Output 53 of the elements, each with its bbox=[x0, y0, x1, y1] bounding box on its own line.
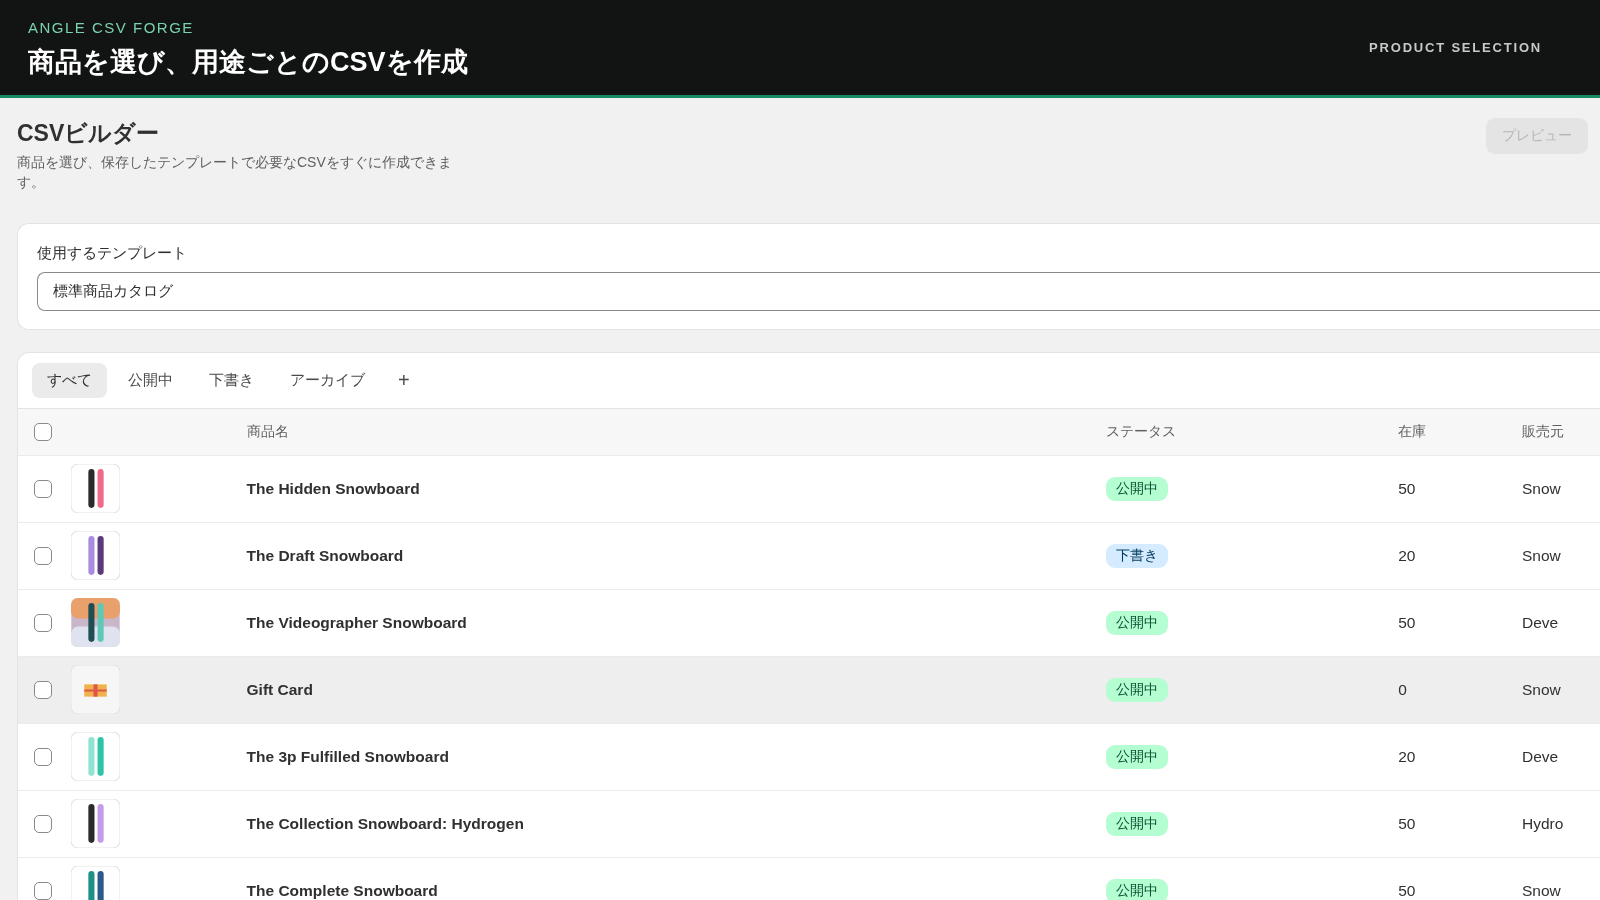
product-row[interactable]: Gift Card 公開中 0 Snow bbox=[18, 656, 1600, 724]
row-checkbox[interactable] bbox=[34, 881, 52, 900]
vendor-cell: Deve bbox=[1522, 747, 1559, 765]
add-tab-button[interactable]: + bbox=[386, 364, 422, 396]
filter-tab[interactable]: 公開中 bbox=[113, 362, 188, 398]
select-all-checkbox[interactable] bbox=[34, 422, 52, 441]
column-header: 在庫 bbox=[1398, 423, 1427, 440]
column-header: ステータス bbox=[1105, 423, 1176, 440]
section-label: PRODUCT SELECTION bbox=[1369, 40, 1542, 55]
filter-tab[interactable]: アーカイブ bbox=[275, 362, 380, 398]
filter-tab[interactable]: すべて bbox=[32, 362, 107, 398]
header-title: 商品を選び、用途ごとのCSVを作成 bbox=[28, 46, 468, 79]
product-name: The Hidden Snowboard bbox=[246, 479, 420, 497]
status-badge: 公開中 bbox=[1105, 677, 1168, 702]
product-name: Gift Card bbox=[246, 680, 313, 698]
column-header: 商品名 bbox=[246, 423, 289, 440]
page-title: CSVビルダー bbox=[17, 119, 161, 148]
page-description: 商品を選び、保存したテンプレートで必要なCSVをすぐに作成できます。 bbox=[17, 153, 453, 193]
row-checkbox[interactable] bbox=[34, 814, 52, 833]
row-checkbox[interactable] bbox=[34, 747, 52, 766]
vendor-cell: Deve bbox=[1522, 613, 1559, 631]
stock-cell: 20 bbox=[1398, 546, 1416, 564]
status-badge: 公開中 bbox=[1105, 878, 1168, 900]
brand-label: ANGLE CSV FORGE bbox=[28, 19, 195, 36]
stock-cell: 50 bbox=[1398, 613, 1416, 631]
row-checkbox[interactable] bbox=[34, 546, 52, 565]
stock-cell: 50 bbox=[1398, 881, 1416, 899]
vendor-cell: Snow bbox=[1522, 479, 1561, 497]
status-badge: 公開中 bbox=[1105, 744, 1168, 769]
template-select[interactable]: 標準商品カタログ bbox=[37, 271, 1600, 311]
status-badge: 公開中 bbox=[1105, 811, 1168, 836]
vendor-cell: Snow bbox=[1522, 881, 1561, 899]
stock-cell: 50 bbox=[1398, 479, 1416, 497]
product-name: The Collection Snowboard: Hydrogen bbox=[246, 814, 524, 832]
status-badge: 公開中 bbox=[1105, 610, 1168, 635]
vendor-cell: Snow bbox=[1522, 546, 1561, 564]
column-header: 販売元 bbox=[1522, 423, 1564, 440]
row-checkbox[interactable] bbox=[34, 680, 52, 699]
stock-cell: 20 bbox=[1398, 747, 1416, 765]
product-name: The Complete Snowboard bbox=[246, 881, 438, 899]
filter-tab[interactable]: 下書き bbox=[194, 362, 269, 398]
product-name: The Videographer Snowboard bbox=[246, 613, 467, 631]
status-badge: 公開中 bbox=[1105, 476, 1168, 501]
template-label: 使用するテンプレート bbox=[37, 243, 188, 263]
vendor-cell: Hydro bbox=[1522, 814, 1564, 832]
stock-cell: 0 bbox=[1398, 680, 1407, 698]
vendor-cell: Snow bbox=[1522, 680, 1561, 698]
product-name: The Draft Snowboard bbox=[246, 546, 404, 564]
status-badge: 下書き bbox=[1105, 543, 1168, 568]
stock-cell: 50 bbox=[1398, 814, 1416, 832]
product-name: The 3p Fulfilled Snowboard bbox=[246, 747, 449, 765]
row-checkbox[interactable] bbox=[34, 613, 52, 632]
row-checkbox[interactable] bbox=[34, 479, 52, 498]
